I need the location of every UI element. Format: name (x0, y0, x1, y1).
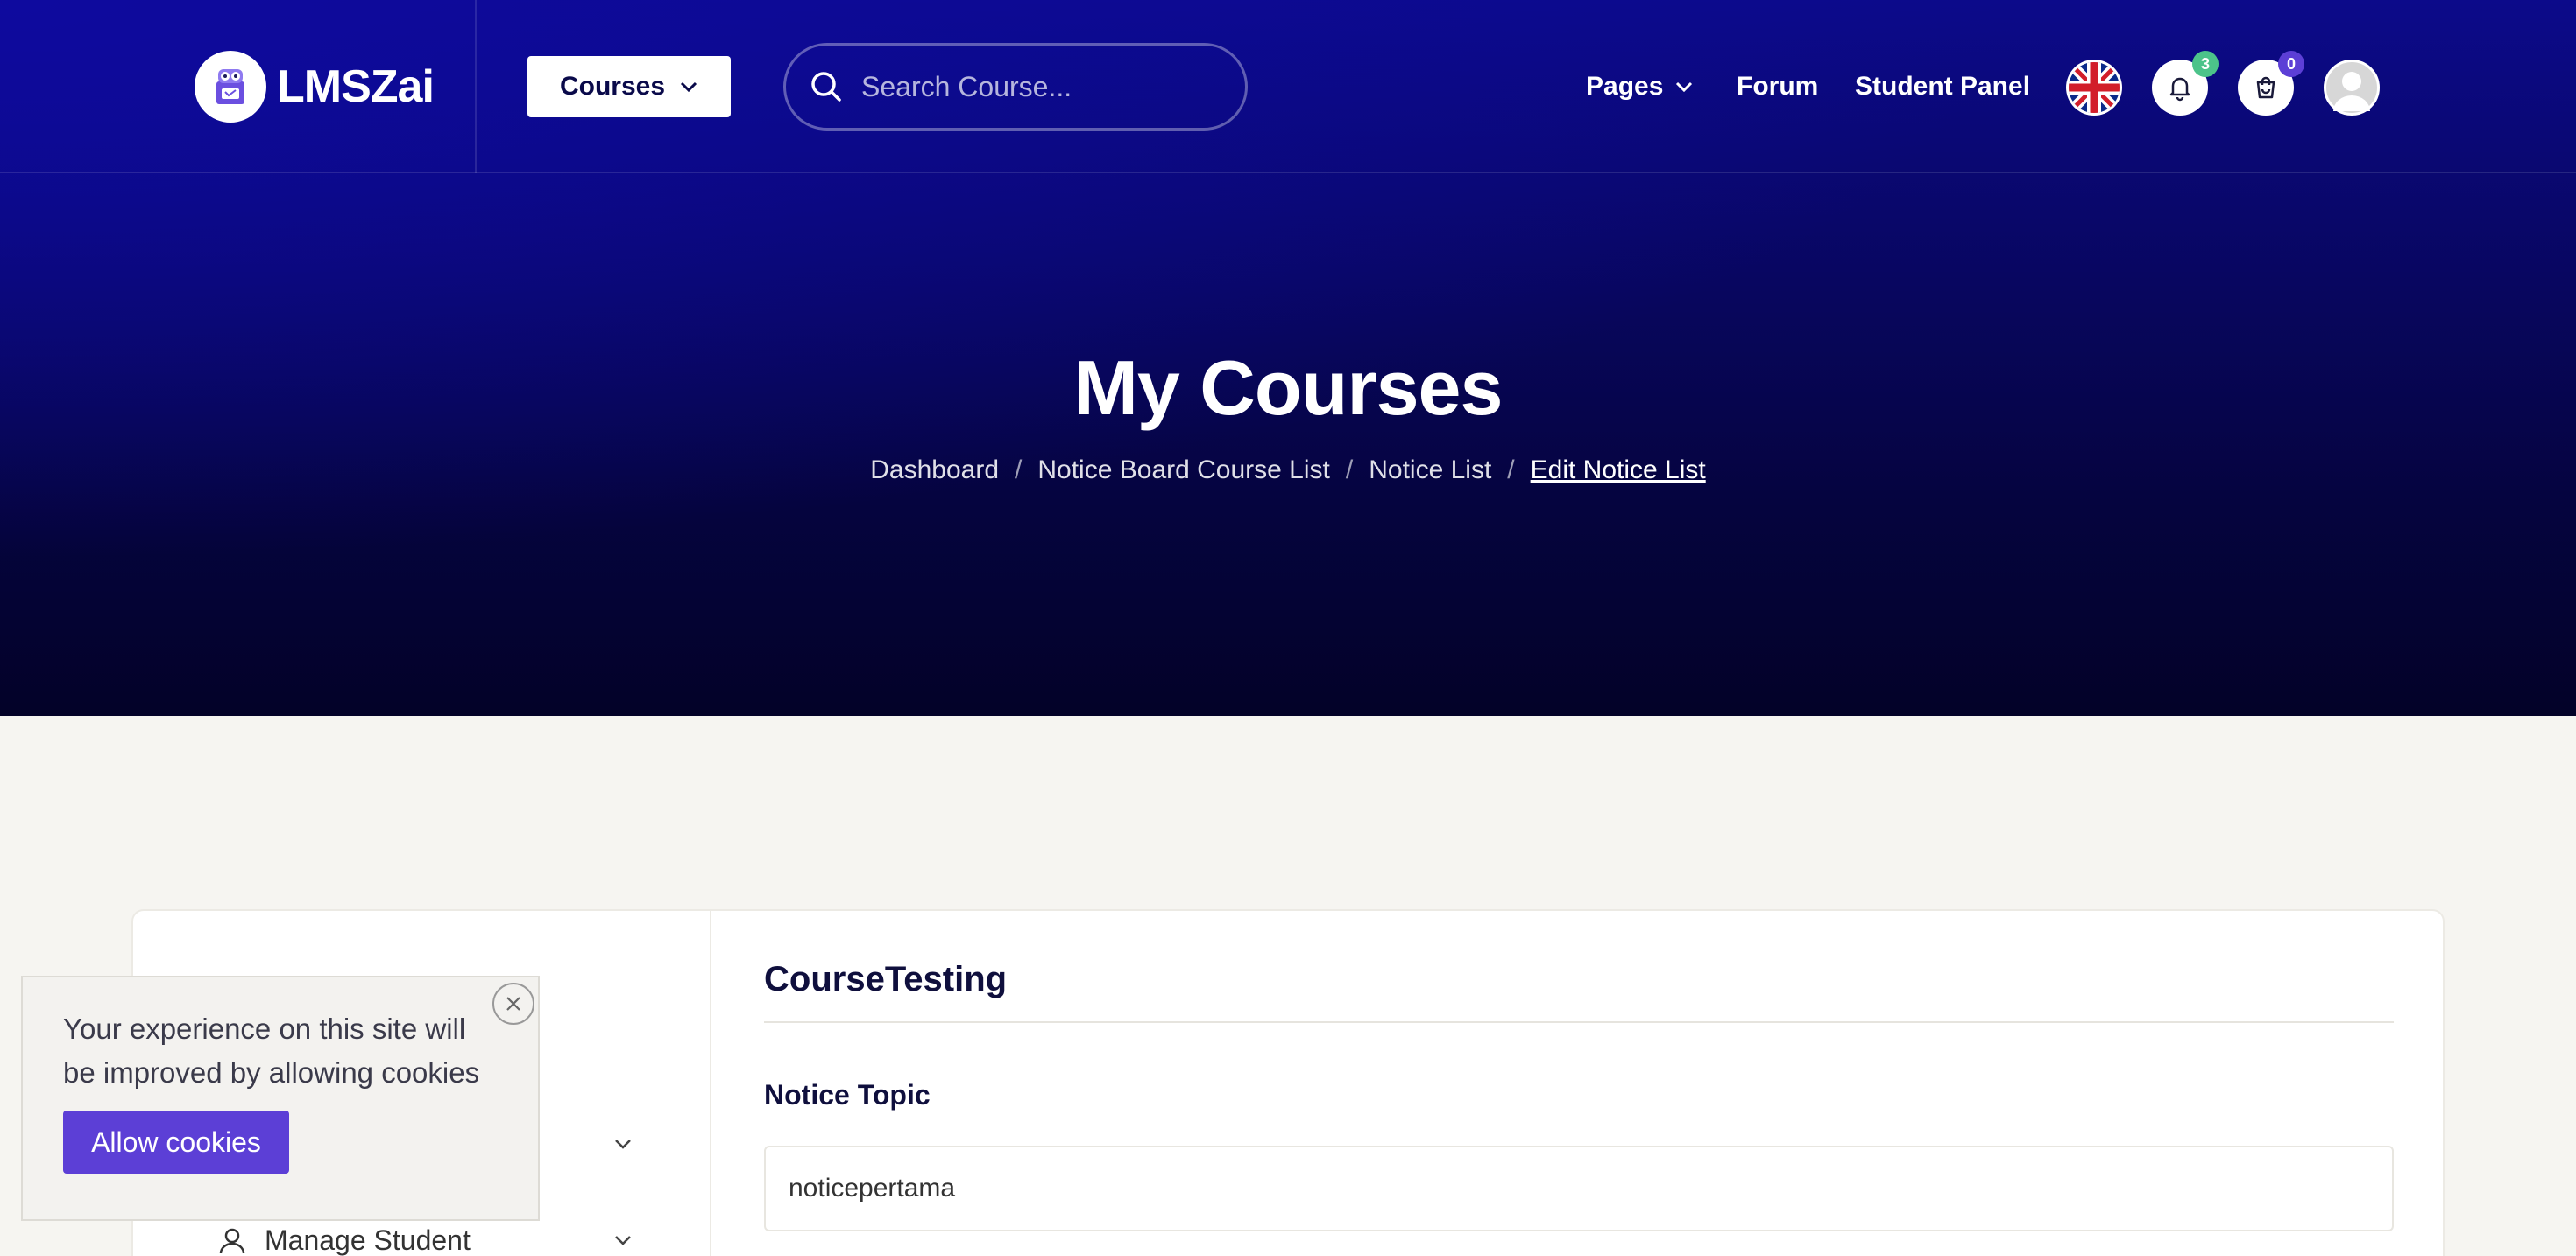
logo-icon (195, 51, 266, 123)
breadcrumb-edit-notice-list[interactable]: Edit Notice List (1531, 455, 1706, 485)
search-icon (811, 72, 841, 102)
breadcrumb-separator: / (1507, 455, 1515, 484)
breadcrumb-notice-list[interactable]: Notice List (1369, 455, 1491, 485)
navbar-divider (475, 0, 477, 173)
breadcrumb-dashboard[interactable]: Dashboard (870, 455, 999, 485)
top-navbar: LMSZai Courses Pages Forum Student Panel (0, 0, 2576, 173)
cart-icon (2256, 76, 2275, 99)
bell-icon (2169, 77, 2190, 102)
user-icon (219, 1228, 245, 1254)
nav-student-panel-label: Student Panel (1855, 72, 2031, 101)
courses-button-label: Courses (559, 72, 666, 101)
breadcrumb: Dashboard / Notice Board Course List / N… (0, 455, 2576, 485)
uk-flag-icon (2069, 62, 2120, 113)
brand-name: LMSZai (277, 61, 435, 112)
language-switcher[interactable] (2066, 60, 2122, 116)
chevron-down-icon (1676, 81, 1693, 92)
avatar[interactable] (2324, 60, 2380, 116)
notifications-button[interactable]: 3 (2152, 51, 2219, 116)
chevron-down-icon (680, 81, 697, 93)
breadcrumb-notice-board-course-list[interactable]: Notice Board Course List (1037, 455, 1330, 485)
courses-dropdown-button[interactable]: Courses (527, 56, 731, 117)
page-title: My Courses (1073, 344, 1504, 431)
nav-pages[interactable]: Pages (1586, 65, 1693, 109)
cookie-message: Your experience on this site will be imp… (63, 1013, 480, 1089)
cart-badge: 0 (2278, 51, 2304, 77)
close-icon (506, 997, 520, 1011)
breadcrumb-separator: / (1015, 455, 1023, 484)
chevron-down-icon (615, 1140, 631, 1149)
nav-forum[interactable]: Forum (1737, 65, 1818, 109)
hero-banner: LMSZai Courses Pages Forum Student Panel (0, 0, 2576, 716)
user-avatar-icon (2333, 72, 2370, 111)
notice-topic-label: Notice Topic (764, 1079, 931, 1111)
sidebar-item-label: Manage Student (265, 1224, 471, 1256)
nav-forum-label: Forum (1737, 72, 1819, 101)
brand-logo[interactable]: LMSZai (195, 49, 435, 124)
search-bar[interactable] (783, 43, 1248, 131)
allow-cookies-button[interactable]: Allow cookies (63, 1111, 289, 1174)
cart-button[interactable]: 0 (2238, 51, 2304, 116)
course-name-heading: CourseTesting (764, 960, 1008, 998)
divider (764, 1021, 2394, 1023)
chevron-down-icon (615, 1236, 631, 1245)
breadcrumb-separator: / (1345, 455, 1354, 484)
nav-pages-label: Pages (1586, 72, 1664, 101)
notification-badge: 3 (2192, 51, 2219, 77)
search-input[interactable] (861, 70, 1212, 103)
notice-topic-input[interactable] (764, 1146, 2394, 1231)
cookie-consent-popup: Your experience on this site will be imp… (21, 976, 540, 1221)
nav-student-panel[interactable]: Student Panel (1855, 65, 2030, 109)
